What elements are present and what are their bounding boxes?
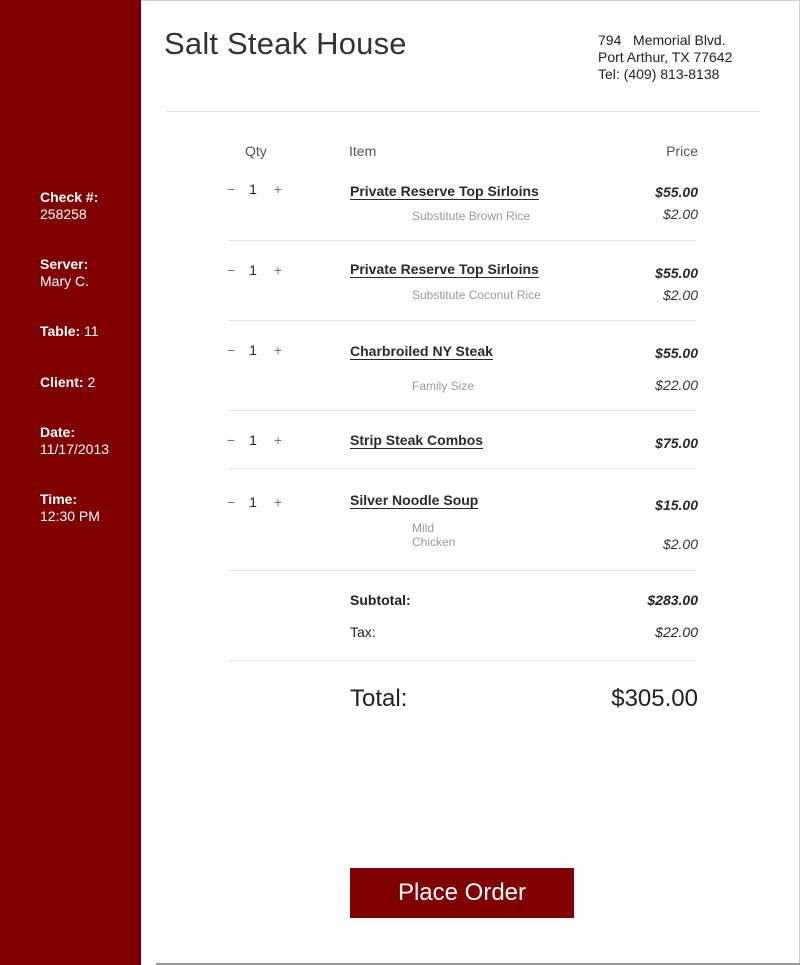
time-value: 12:30 PM	[40, 508, 100, 524]
subtotal-value: $283.00	[647, 592, 698, 608]
server-label: Server:	[40, 256, 89, 272]
item-price: $55.00	[655, 265, 698, 281]
item-column-header: Item	[349, 143, 377, 159]
decrease-quantity-button[interactable]: −	[224, 181, 238, 197]
item-name-link[interactable]: Private Reserve Top Sirloins	[350, 261, 539, 277]
modifier-price: $2.00	[662, 206, 698, 222]
modifier-price: $22.00	[655, 377, 698, 393]
quantity-value: 1	[249, 262, 257, 278]
decrease-quantity-button[interactable]: −	[224, 262, 238, 278]
item-price: $75.00	[655, 435, 698, 451]
item-name-link[interactable]: Private Reserve Top Sirloins	[350, 183, 539, 199]
increase-quantity-button[interactable]: +	[271, 342, 285, 358]
row-divider	[228, 570, 696, 571]
table-value: 11	[84, 323, 99, 339]
place-order-button[interactable]: Place Order	[350, 868, 574, 918]
increase-quantity-button[interactable]: +	[271, 181, 285, 197]
quantity-stepper: − 1 +	[224, 342, 290, 360]
total-label: Total:	[350, 685, 408, 712]
check-number-label: Check #:	[40, 189, 99, 205]
restaurant-address: 794 Memorial Blvd. Port Arthur, TX 77642 T…	[598, 32, 732, 83]
item-modifier: Substitute Brown Rice	[412, 209, 531, 223]
item-modifier: Mild	[412, 521, 435, 535]
date-label: Date:	[40, 424, 76, 440]
row-divider	[228, 410, 696, 411]
phone-number: Tel: (409) 813-8138	[598, 66, 720, 82]
quantity-value: 1	[249, 181, 257, 197]
item-name-link[interactable]: Silver Noodle Soup	[350, 492, 478, 508]
restaurant-name: Salt Steak House	[164, 26, 407, 61]
modifier-price: $2.00	[662, 536, 698, 552]
increase-quantity-button[interactable]: +	[271, 432, 285, 448]
server-field: Server: Mary C.	[40, 256, 89, 290]
address-line-1: 794 Memorial Blvd.	[598, 32, 726, 48]
check-number-field: Check #: 258258	[40, 189, 98, 223]
tax-value: $22.00	[655, 624, 698, 640]
increase-quantity-button[interactable]: +	[271, 262, 285, 278]
decrease-quantity-button[interactable]: −	[224, 494, 238, 510]
item-name-link[interactable]: Charbroiled NY Steak	[350, 343, 493, 359]
quantity-value: 1	[249, 432, 257, 448]
row-divider	[228, 468, 696, 469]
row-divider	[228, 320, 696, 321]
item-price: $15.00	[655, 497, 698, 513]
item-modifier: Family Size	[412, 379, 475, 393]
item-modifier: Chicken	[412, 535, 456, 549]
quantity-value: 1	[249, 342, 257, 358]
qty-column-header: Qty	[245, 143, 267, 159]
subtotal-label: Subtotal:	[350, 592, 411, 608]
server-value: Mary C.	[40, 273, 89, 289]
summary-divider	[228, 660, 696, 661]
row-divider	[228, 240, 696, 241]
client-value: 2	[87, 374, 96, 390]
quantity-stepper: − 1 +	[224, 181, 290, 199]
decrease-quantity-button[interactable]: −	[224, 342, 238, 358]
quantity-value: 1	[249, 494, 257, 510]
price-column-header: Price	[666, 143, 698, 159]
time-label: Time:	[40, 491, 78, 507]
item-modifier: Substitute Coconut Rice	[412, 288, 541, 302]
quantity-stepper: − 1 +	[224, 262, 290, 280]
tax-label: Tax:	[350, 624, 376, 640]
order-info-sidebar: Check #: 258258 Server: Mary C. Table: 1…	[0, 0, 141, 965]
quantity-stepper: − 1 +	[224, 432, 290, 450]
header-divider	[166, 111, 760, 112]
quantity-stepper: − 1 +	[224, 494, 290, 512]
item-name-link[interactable]: Strip Steak Combos	[350, 432, 483, 448]
table-field: Table: 11	[40, 323, 99, 340]
client-field: Client: 2	[40, 374, 95, 391]
time-field: Time: 12:30 PM	[40, 491, 100, 525]
frame-border-top	[141, 0, 800, 1]
address-line-2: Port Arthur, TX 77642	[598, 49, 733, 65]
increase-quantity-button[interactable]: +	[271, 494, 285, 510]
modifier-price: $2.00	[662, 287, 698, 303]
date-value: 11/17/2013	[40, 441, 110, 457]
decrease-quantity-button[interactable]: −	[224, 432, 238, 448]
item-price: $55.00	[655, 184, 698, 200]
item-price: $55.00	[655, 345, 698, 361]
check-number-value: 258258	[40, 206, 87, 222]
date-field: Date: 11/17/2013	[40, 424, 109, 458]
table-label: Table:	[40, 323, 81, 339]
total-value: $305.00	[611, 685, 698, 712]
client-label: Client:	[40, 374, 84, 390]
